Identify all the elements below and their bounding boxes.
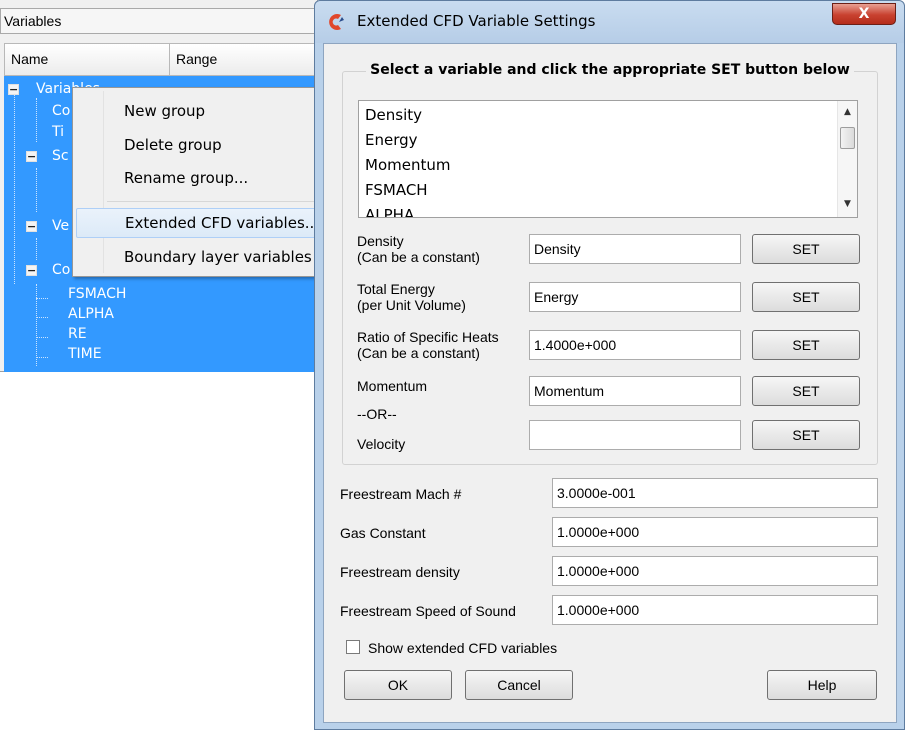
tree-node[interactable]: Sc — [52, 146, 69, 166]
tree-connector — [36, 98, 37, 142]
momentum-field[interactable]: Momentum — [529, 376, 741, 406]
list-item[interactable]: Density — [365, 103, 422, 128]
ratio-field[interactable]: 1.4000e+000 — [529, 330, 741, 360]
freestream-mach-label: Freestream Mach # — [340, 486, 462, 502]
menu-separator — [107, 201, 314, 202]
tree-node-time[interactable]: TIME — [68, 344, 102, 364]
variable-listbox[interactable]: Density Energy Momentum FSMACH ALPHA ▲ ▼ — [358, 100, 858, 218]
tree-node[interactable]: Co — [52, 260, 70, 280]
collapse-icon[interactable]: − — [26, 265, 37, 276]
show-extended-checkbox[interactable] — [346, 640, 360, 654]
tree-connector — [36, 238, 37, 260]
extended-cfd-dialog: Extended CFD Variable Settings X Select … — [314, 0, 905, 730]
collapse-icon[interactable]: − — [8, 84, 19, 95]
tree-connector — [14, 94, 15, 284]
total-energy-label: Total Energy — [357, 281, 435, 297]
gas-constant-label: Gas Constant — [340, 525, 426, 541]
momentum-set-button[interactable]: SET — [752, 376, 860, 406]
list-item[interactable]: Momentum — [365, 153, 450, 178]
scroll-thumb[interactable] — [840, 127, 855, 149]
variables-panel-title: Variables — [0, 8, 318, 34]
ratio-specific-heats-sublabel: (Can be a constant) — [357, 345, 480, 361]
list-item[interactable]: ALPHA — [365, 203, 414, 217]
ratio-specific-heats-label: Ratio of Specific Heats — [357, 329, 499, 345]
tree-node[interactable]: Ve — [52, 216, 69, 236]
tree-connector — [36, 298, 48, 299]
energy-set-button[interactable]: SET — [752, 282, 860, 312]
close-button[interactable]: X — [832, 3, 896, 25]
momentum-label: Momentum — [357, 378, 428, 394]
menu-item-rename-group[interactable]: Rename group... — [76, 163, 317, 193]
dialog-title: Extended CFD Variable Settings — [357, 12, 596, 30]
collapse-icon[interactable]: − — [26, 151, 37, 162]
dialog-client-area: Select a variable and click the appropri… — [323, 43, 897, 723]
scroll-down-icon[interactable]: ▼ — [838, 195, 857, 213]
density-sublabel: (Can be a constant) — [357, 249, 480, 265]
density-field[interactable]: Density — [529, 234, 741, 264]
collapse-icon[interactable]: − — [26, 221, 37, 232]
tree-node-fsmach[interactable]: FSMACH — [68, 284, 126, 304]
velocity-set-button[interactable]: SET — [752, 420, 860, 450]
freestream-density-label: Freestream density — [340, 564, 460, 580]
density-label: Density — [357, 233, 404, 249]
list-item[interactable]: Energy — [365, 128, 418, 153]
menu-item-delete-group[interactable]: Delete group — [76, 130, 317, 160]
velocity-label: Velocity — [357, 436, 406, 452]
tree-node-alpha[interactable]: ALPHA — [68, 304, 114, 324]
app-logo-icon — [329, 13, 344, 31]
column-header-range[interactable]: Range — [169, 43, 318, 76]
variable-select-group: Select a variable and click the appropri… — [342, 62, 878, 465]
cancel-button[interactable]: Cancel — [465, 670, 573, 700]
tree-node[interactable]: Ti — [52, 122, 64, 142]
menu-item-boundary-layer-variables[interactable]: Boundary layer variables — [76, 242, 317, 272]
scroll-up-icon[interactable]: ▲ — [838, 103, 857, 121]
velocity-field[interactable] — [529, 420, 741, 450]
freestream-mach-field[interactable]: 3.0000e-001 — [552, 478, 878, 508]
tree-node-re[interactable]: RE — [68, 324, 87, 344]
tree-connector — [36, 284, 37, 366]
energy-field[interactable]: Energy — [529, 282, 741, 312]
freestream-speed-of-sound-field[interactable]: 1.0000e+000 — [552, 595, 878, 625]
dialog-titlebar[interactable]: Extended CFD Variable Settings X — [315, 1, 904, 43]
help-button[interactable]: Help — [767, 670, 877, 700]
menu-item-new-group[interactable]: New group — [76, 96, 317, 126]
or-label: --OR-- — [357, 406, 397, 422]
ratio-set-button[interactable]: SET — [752, 330, 860, 360]
total-energy-sublabel: (per Unit Volume) — [357, 297, 466, 313]
group-title: Select a variable and click the appropri… — [343, 62, 877, 78]
context-menu: New group Delete group Rename group... E… — [72, 87, 318, 277]
tree-connector — [36, 168, 37, 212]
column-header-name[interactable]: Name — [4, 43, 170, 76]
density-set-button[interactable]: SET — [752, 234, 860, 264]
freestream-density-field[interactable]: 1.0000e+000 — [552, 556, 878, 586]
ok-button[interactable]: OK — [344, 670, 452, 700]
tree-connector — [36, 357, 48, 358]
list-scrollbar[interactable]: ▲ ▼ — [837, 101, 857, 217]
menu-item-extended-cfd-variables[interactable]: Extended CFD variables... — [76, 208, 317, 238]
group-title-text: Select a variable and click the appropri… — [366, 62, 854, 78]
show-extended-label[interactable]: Show extended CFD variables — [368, 640, 557, 656]
freestream-speed-of-sound-label: Freestream Speed of Sound — [340, 603, 516, 619]
tree-connector — [36, 317, 48, 318]
list-item[interactable]: FSMACH — [365, 178, 428, 203]
tree-connector — [36, 337, 48, 338]
tree-node[interactable]: Co — [52, 101, 70, 121]
gas-constant-field[interactable]: 1.0000e+000 — [552, 517, 878, 547]
